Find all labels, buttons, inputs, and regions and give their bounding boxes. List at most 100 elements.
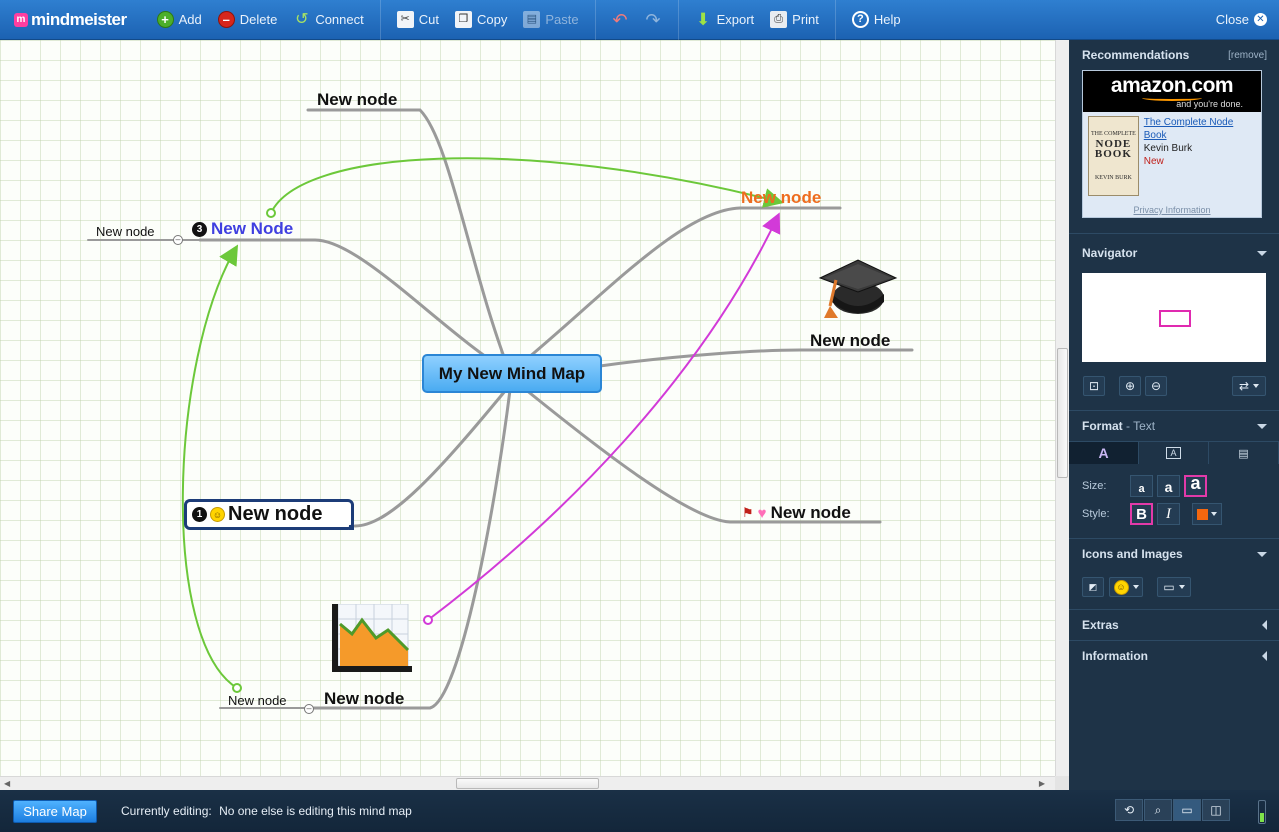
chevron-down-icon <box>1257 250 1267 256</box>
node-bottom-center[interactable]: New node <box>324 689 404 709</box>
tab-layout-format[interactable]: ▤ <box>1209 442 1279 464</box>
text-color-picker[interactable] <box>1192 503 1222 525</box>
vertical-scrollbar[interactable] <box>1055 40 1069 776</box>
horizontal-scroll-thumb[interactable] <box>456 778 599 789</box>
navigator-viewport[interactable] <box>1159 310 1191 327</box>
history-icon[interactable]: ⟲ <box>1115 799 1143 821</box>
no-icon-icon[interactable]: ◩ <box>1082 577 1104 597</box>
single-pane-view-icon[interactable]: ▭ <box>1173 799 1201 821</box>
node-new-node-blue[interactable]: 3 New Node <box>192 219 293 239</box>
zoom-out-icon[interactable]: ⊖ <box>1145 376 1167 396</box>
branch-top-right <box>508 206 842 375</box>
book-title-link[interactable]: The Complete Node Book <box>1144 116 1256 142</box>
style-row: Style: B I <box>1069 500 1279 528</box>
navigator-tools: ⊡ ⊕ ⊖ ⇄ <box>1069 362 1279 410</box>
smiley-icon: ☺ <box>210 507 225 522</box>
node-left-small[interactable]: New node <box>96 224 155 239</box>
add-button[interactable]: + Add <box>149 6 210 34</box>
format-header[interactable]: Format - Text <box>1069 411 1279 441</box>
node-selected[interactable]: 1 ☺ New node <box>184 499 354 530</box>
format-title: Format - Text <box>1082 419 1155 433</box>
branch-right-middle <box>598 348 914 368</box>
node-right-middle[interactable]: New node <box>810 331 890 351</box>
italic-button[interactable]: I <box>1157 503 1180 525</box>
book-condition: New <box>1143 156 1164 167</box>
search-icon[interactable]: ⌕ <box>1144 799 1172 821</box>
chevron-down-icon <box>1257 423 1267 429</box>
layout-swap-icon[interactable]: ⇄ <box>1232 376 1266 396</box>
text-format-icon: A <box>1098 445 1109 461</box>
tab-text-format[interactable]: A <box>1069 442 1139 464</box>
bold-button[interactable]: B <box>1130 503 1153 525</box>
tab-node-format[interactable]: A <box>1139 442 1209 464</box>
extras-panel: Extras <box>1069 610 1279 641</box>
node-bottom-left-small[interactable]: New node <box>228 693 287 708</box>
delete-label: Delete <box>239 12 278 27</box>
delete-icon: – <box>217 11 235 28</box>
add-icon: + <box>156 11 174 28</box>
copy-icon: ❐ <box>454 11 472 28</box>
size-medium-button[interactable]: a <box>1157 475 1180 497</box>
redo-button[interactable]: ↷ <box>637 6 670 34</box>
fit-to-screen-icon[interactable]: ⊡ <box>1083 376 1105 396</box>
information-header[interactable]: Information <box>1069 641 1279 671</box>
collapse-toggle-blue-node[interactable]: – <box>173 235 183 245</box>
book-cover-image[interactable]: THE COMPLETE NODE BOOK KEVIN BURK <box>1088 116 1139 196</box>
remove-recommendations-link[interactable]: [remove] <box>1228 50 1267 61</box>
node-top-right-orange[interactable]: New node <box>741 188 821 208</box>
root-node[interactable]: My New Mind Map <box>422 354 602 393</box>
help-button[interactable]: ? Help <box>844 6 909 34</box>
connect-button[interactable]: ↺ Connect <box>285 6 371 34</box>
icons-images-header[interactable]: Icons and Images <box>1069 539 1279 569</box>
node-top-left[interactable]: New node <box>317 90 397 110</box>
share-map-button[interactable]: Share Map <box>13 799 97 823</box>
navigator-preview[interactable] <box>1082 273 1266 362</box>
app-logo-text: mindmeister <box>31 9 127 29</box>
extras-title: Extras <box>1082 618 1119 632</box>
green-link-left <box>181 244 239 689</box>
book-info: The Complete Node Book Kevin Burk New <box>1144 116 1256 196</box>
zoom-in-icon[interactable]: ⊕ <box>1119 376 1141 396</box>
format-panel: Format - Text A A ▤ Size: a a a Style: B… <box>1069 411 1279 539</box>
cut-button[interactable]: ✂ Cut <box>389 6 447 34</box>
clipboard-group: ✂ Cut ❐ Copy ▤ Paste <box>379 0 595 40</box>
undo-icon: ↶ <box>612 9 628 30</box>
node-bottom-right[interactable]: ⚑ ♥ New node <box>742 503 851 523</box>
node-label: New node <box>770 503 851 522</box>
right-sidebar: Recommendations [remove] amazon.com and … <box>1069 40 1279 792</box>
heart-icon: ♥ <box>757 504 767 522</box>
app-logo[interactable]: m mindmeister <box>14 10 127 30</box>
green-link-top <box>270 157 784 214</box>
connection-indicator <box>1258 800 1266 824</box>
collapse-toggle-bottom-node[interactable]: – <box>304 704 314 714</box>
undo-button[interactable]: ↶ <box>604 6 637 34</box>
close-button[interactable]: Close ✕ <box>1216 12 1267 27</box>
copy-button[interactable]: ❐ Copy <box>447 6 515 34</box>
scrollbar-corner <box>1055 776 1069 790</box>
information-panel: Information <box>1069 641 1279 671</box>
text-color-swatch <box>1197 508 1208 520</box>
mind-map-canvas[interactable]: My New Mind Map New node 3 New Node – Ne… <box>0 40 1055 776</box>
size-small-button[interactable]: a <box>1130 475 1153 497</box>
delete-button[interactable]: – Delete <box>210 6 286 34</box>
split-pane-view-icon[interactable]: ◫ <box>1202 799 1230 821</box>
horizontal-scrollbar[interactable]: ◀ ▶ <box>0 776 1055 790</box>
smiley-picker-button[interactable]: ☺ <box>1109 577 1143 597</box>
amazon-ad[interactable]: amazon.com and you're done. THE COMPLETE… <box>1082 70 1262 218</box>
ad-body: THE COMPLETE NODE BOOK KEVIN BURK The Co… <box>1083 112 1261 200</box>
size-large-button[interactable]: a <box>1184 473 1207 497</box>
paste-button[interactable]: ▤ Paste <box>515 6 586 34</box>
privacy-information-link[interactable]: Privacy Information <box>1083 205 1261 215</box>
view-tools: ⟲ ⌕ ▭ ◫ <box>1115 799 1230 821</box>
image-picker-button[interactable]: ▭ <box>1157 577 1191 597</box>
print-button[interactable]: ⎙ Print <box>762 6 827 34</box>
navigator-header[interactable]: Navigator <box>1069 238 1279 268</box>
scroll-right-icon[interactable]: ▶ <box>1039 779 1045 788</box>
export-button[interactable]: ⬇ Export <box>687 6 763 34</box>
amazon-tagline: and you're done. <box>1176 99 1243 109</box>
vertical-scroll-thumb[interactable] <box>1057 348 1068 478</box>
editing-status: Currently editing: No one else is editin… <box>121 804 412 818</box>
scroll-left-icon[interactable]: ◀ <box>4 779 10 788</box>
extras-header[interactable]: Extras <box>1069 610 1279 640</box>
resize-handle[interactable] <box>349 525 354 530</box>
